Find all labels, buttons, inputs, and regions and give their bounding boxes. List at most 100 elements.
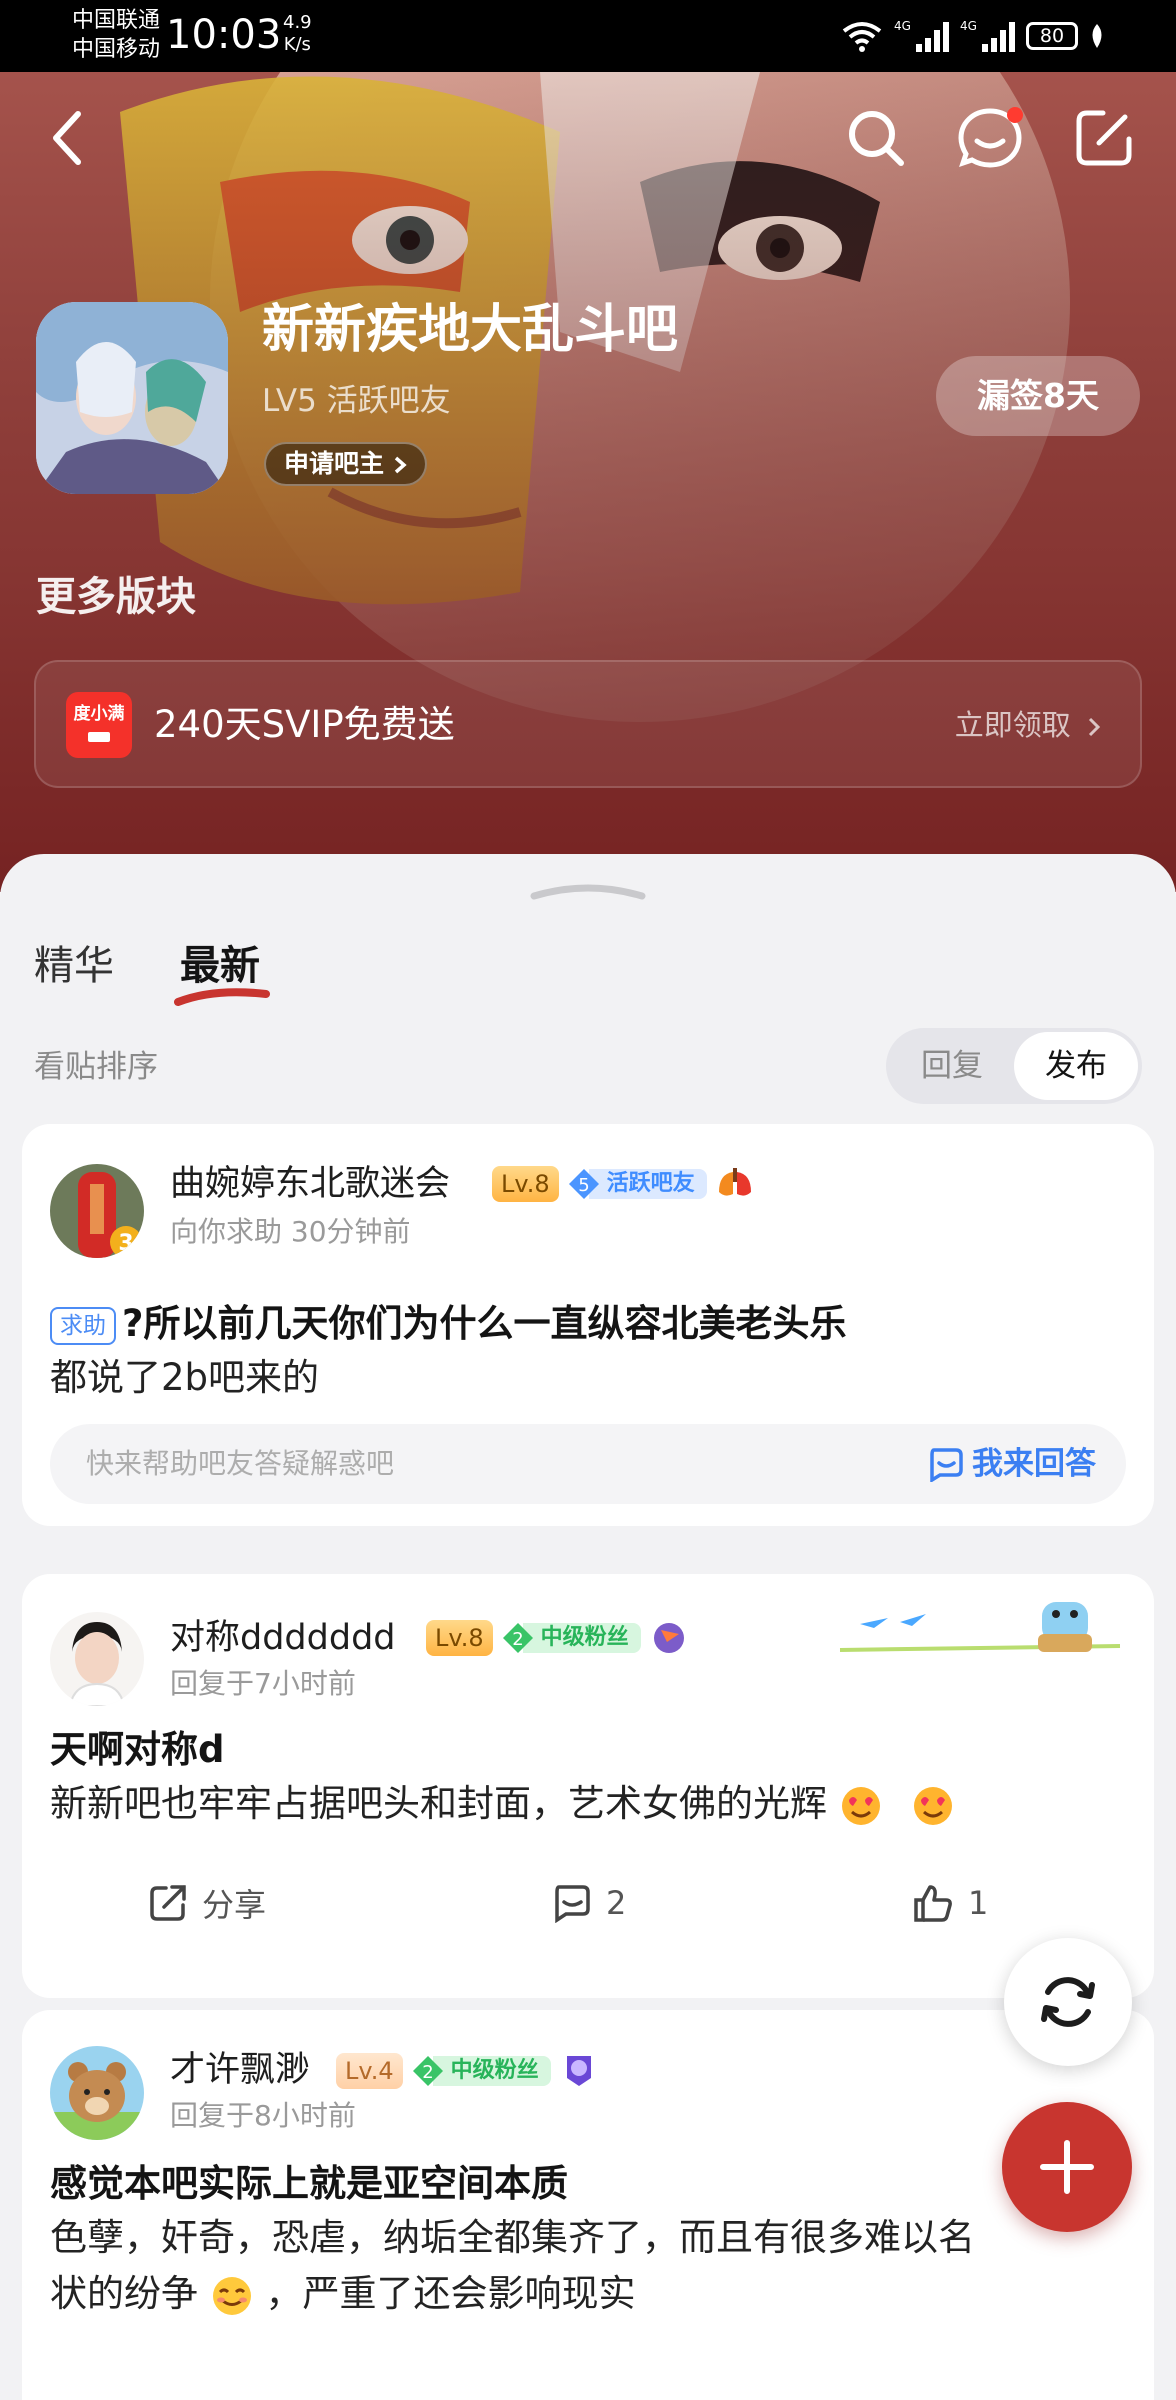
username[interactable]: 才许飘渺 [170,2046,310,2094]
share-icon [150,1885,186,1921]
svg-text:2: 2 [512,1629,523,1650]
post-title[interactable]: 求助 ?所以前几天你们为什么一直纵容北美老头乐 [50,1298,846,1350]
diamond-icon: 2 [412,2056,443,2086]
status-time: 10:03 [166,12,282,58]
svip-promo-banner[interactable]: 度小满 240天SVIP免费送 立即领取 [34,660,1142,788]
answer-label: 我来回答 [972,1446,1096,1482]
apply-moderator-button[interactable]: 申请吧主 [264,442,427,486]
level-badge: Lv.8 [492,1166,559,1202]
rank-badge-icon [566,2056,591,2086]
diamond-icon: 2 [502,1623,533,1653]
duxiaoman-logo: 度小满 [66,692,132,758]
post-card[interactable]: 3 曲婉婷东北歌迷会 Lv.8 5 活跃吧友 向你求助 30分钟前 求助 ?所以前… [22,1124,1154,1526]
answer-button[interactable]: 我来回答 [926,1424,1096,1504]
refresh-icon [1041,1977,1095,2027]
user-badges: Lv.4 2 中级粉丝 [336,2052,599,2090]
sheet-grab-handle[interactable] [528,880,648,902]
chevron-right-icon [394,456,407,474]
carrier-2: 中国移动 [72,37,161,62]
username[interactable]: 曲婉婷东北歌迷会 [170,1160,450,1208]
fan-badge: 5 活跃吧友 [567,1166,707,1202]
message-icon [958,107,1023,168]
post-body-text: ，严重了还会影响现实 [265,2272,636,2315]
user-forum-level: LV5 活跃吧友 [262,383,451,419]
promo-claim-link[interactable]: 立即领取 [955,692,1102,758]
user-badges: Lv.8 2 中级粉丝 [426,1620,689,1656]
post-body-line: 色孽，奸奇，恐虐，纳垢全都集齐了，而且有很多难以名 [50,2216,975,2259]
help-placeholder: 快来帮助吧友答疑解惑吧 [86,1447,395,1480]
user-badges: Lv.8 5 活跃吧友 [492,1166,755,1202]
sort-by-publish[interactable]: 发布 [1014,1032,1138,1100]
fan-badge: 2 中级粉丝 [501,1620,641,1656]
post-body-text: 状的纷争 [50,2272,198,2315]
avatar-image: 3 [50,1164,144,1258]
post-body-line: 状的纷争 ，严重了还会影响现实 [50,2266,1130,2322]
net-speed-value: 4.9 [283,12,312,33]
post-card[interactable]: 才许飘渺 Lv.4 2 中级粉丝 回复于8小时前 感觉本吧实际上就是亚空间本质 … [22,2010,1154,2400]
sign-in-button[interactable]: 漏签8天 [936,356,1140,436]
fan-title: 中级粉丝 [432,2056,551,2086]
net-speed-unit: K/s [283,34,311,55]
compose-button[interactable] [1064,98,1144,178]
leaf-icon [1092,24,1102,48]
share-button[interactable]: 分享 [148,1868,266,1938]
more-sections-label[interactable]: 更多版块 [36,570,196,624]
post-body: 都说了2b吧来的 [50,1356,320,1399]
net-speed: 4.9 K/s [283,12,312,56]
post-body: 新新吧也牢牢占据吧头和封面，艺术女佛的光辉 [50,1776,1130,1832]
post-meta: 回复于7小时前 [170,1667,356,1700]
avatar[interactable] [50,2046,144,2140]
post-body: 色孽，奸奇，恐虐，纳垢全都集齐了，而且有很多难以名 状的纷争 ，严重了还会影响现… [50,2210,1130,2322]
sort-by-reply[interactable]: 回复 [890,1032,1014,1100]
search-button[interactable] [836,98,916,178]
forum-avatar[interactable] [36,302,228,494]
signal-icon-2: 4G [960,19,1015,52]
promo-title: 240天SVIP免费送 [154,703,455,746]
svg-text:4G: 4G [960,19,977,33]
post-title-text: ?所以前几天你们为什么一直纵容北美老头乐 [122,1302,847,1345]
post-card[interactable]: 对称ddddddd Lv.8 2 中级粉丝 回复于7小时前 天啊对称d 新新吧也… [22,1574,1154,1998]
avatar[interactable]: 3 [50,1164,144,1258]
comment-count: 2 [606,1884,627,1922]
post-title[interactable]: 天啊对称d [50,1724,225,1776]
lungs-badge-icon [718,1168,751,1196]
forum-header: 新新疾地大乱斗吧 LV5 活跃吧友 申请吧主 漏签8天 更多版块 度小满 240… [0,72,1176,892]
like-count: 1 [968,1884,989,1922]
username[interactable]: 对称ddddddd [170,1614,396,1662]
post-title[interactable]: 感觉本吧实际上就是亚空间本质 [50,2158,568,2210]
apply-moderator-label: 申请吧主 [284,449,385,478]
fan-title: 活跃吧友 [588,1169,707,1199]
sort-toggle: 回复 发布 [886,1028,1142,1104]
comment-button[interactable]: 2 [550,1868,626,1938]
decorative-banner-art [839,1602,1121,1652]
like-button[interactable]: 1 [912,1868,988,1938]
flag-badge-icon [653,1623,684,1653]
messages-button[interactable] [952,98,1032,178]
level-badge: Lv.4 [336,2053,403,2089]
smirk-emoji [212,2276,251,2315]
forum-avatar-image [36,302,228,494]
new-post-button[interactable] [1002,2102,1132,2232]
back-button[interactable] [28,98,108,178]
edit-icon [1076,110,1132,166]
help-answer-box[interactable]: 快来帮助吧友答疑解惑吧 我来回答 [50,1424,1126,1504]
svg-text:4G: 4G [894,19,911,33]
tab-active-underline [174,988,270,1006]
tab-featured[interactable]: 精华 [34,934,114,998]
avatar-image [50,1612,144,1706]
svg-text:2: 2 [422,2062,433,2083]
avatar[interactable] [50,1612,144,1706]
status-icons: 4G 4G 80 [840,16,1106,56]
help-tag: 求助 [50,1306,116,1345]
avatar-image [50,2046,144,2140]
promo-claim-label: 立即领取 [954,708,1071,742]
post-meta: 回复于8小时前 [170,2099,356,2132]
like-icon [914,1885,952,1922]
heart-eyes-emoji [913,1786,952,1825]
signal-icon-1: 4G [894,19,949,52]
refresh-button[interactable] [1004,1938,1132,2066]
post-meta: 向你求助 30分钟前 [170,1215,411,1248]
fan-title: 中级粉丝 [522,1623,641,1653]
feed-sheet: 精华 最新 看贴排序 回复 发布 3 曲婉婷东北歌迷会 Lv.8 5 活跃吧友 … [0,854,1176,2400]
status-bar: 中国联通 中国移动 10:03 4.9 K/s 4G 4G 80 [0,0,1176,72]
